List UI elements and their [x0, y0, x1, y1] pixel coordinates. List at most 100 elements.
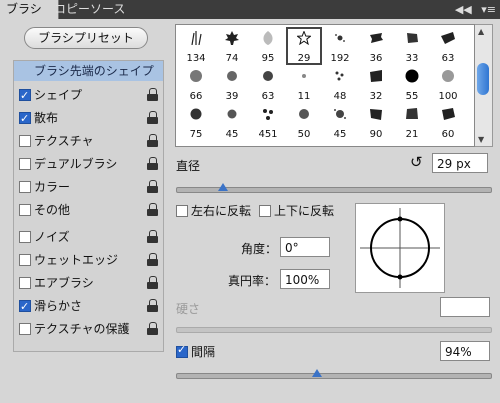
hardness-input[interactable]: [440, 297, 490, 317]
shape-dynamics-checkbox[interactable]: [19, 86, 31, 106]
brush-tip[interactable]: 45: [322, 103, 358, 141]
scatter-brush-icon: [263, 109, 273, 120]
brush-tip[interactable]: 36: [358, 27, 394, 65]
protect-texture-checkbox[interactable]: [19, 323, 31, 335]
spray-brush-icon: [335, 71, 344, 81]
scrollbar-thumb[interactable]: [477, 63, 489, 95]
lock-icon[interactable]: [147, 253, 159, 266]
wet-edges-checkbox[interactable]: [19, 254, 31, 266]
brush-tip[interactable]: 48: [322, 65, 358, 103]
lock-icon[interactable]: [147, 230, 159, 243]
flip-y-checkbox[interactable]: [259, 205, 271, 217]
flip-y-label: 上下に反転: [274, 204, 335, 218]
flip-x-checkbox[interactable]: [176, 205, 188, 217]
rough-brush-icon: [442, 108, 455, 120]
reset-size-icon[interactable]: ↺: [410, 155, 424, 170]
brush-size: 95: [261, 53, 275, 64]
option-shape-dynamics[interactable]: シェイプ: [14, 85, 163, 106]
angle-input[interactable]: 0°: [280, 237, 330, 257]
brush-tip[interactable]: 63: [250, 65, 286, 103]
brush-tip[interactable]: 192: [322, 27, 358, 65]
option-dual-brush[interactable]: デュアルブラシ: [14, 154, 163, 174]
brush-tip[interactable]: 66: [178, 65, 214, 103]
brush-tip[interactable]: 50: [286, 103, 322, 141]
option-other-dynamics[interactable]: その他: [14, 200, 163, 220]
rough-brush-icon: [370, 70, 382, 82]
brush-size: 32: [369, 91, 383, 102]
lock-icon[interactable]: [147, 88, 159, 101]
brush-tip[interactable]: 75: [178, 103, 214, 141]
brush-presets-button[interactable]: ブラシプリセット: [24, 27, 148, 49]
brush-tip[interactable]: 33: [394, 27, 430, 65]
brush-tip[interactable]: 63: [430, 27, 466, 65]
diameter-input[interactable]: 29 px: [432, 153, 488, 173]
brush-tip[interactable]: 95: [250, 27, 286, 65]
roundness-label: 真円率：: [228, 274, 277, 288]
option-brush-tip-shape[interactable]: ブラシ先端のシェイプ: [14, 61, 163, 81]
option-airbrush[interactable]: エアブラシ: [14, 273, 163, 293]
color-dynamics-checkbox[interactable]: [19, 181, 31, 193]
brush-tip[interactable]: 32: [358, 65, 394, 103]
option-label: ウェットエッジ: [34, 253, 119, 267]
option-protect-texture[interactable]: テクスチャの保護: [14, 319, 163, 339]
option-noise[interactable]: ノイズ: [14, 227, 163, 247]
spacing-checkbox[interactable]: [176, 343, 188, 358]
panel-menu-icon[interactable]: ▾≡: [481, 3, 496, 16]
diameter-slider-knob[interactable]: [218, 183, 229, 191]
rough-brush-icon: [370, 109, 382, 120]
brush-tip[interactable]: 21: [394, 103, 430, 141]
spacing-slider-track[interactable]: [176, 373, 492, 379]
lock-icon[interactable]: [147, 322, 159, 335]
option-wet-edges[interactable]: ウェットエッジ: [14, 250, 163, 270]
texture-checkbox[interactable]: [19, 135, 31, 147]
brush-tip[interactable]: 90: [358, 103, 394, 141]
lock-icon[interactable]: [147, 157, 159, 170]
lock-icon[interactable]: [147, 276, 159, 289]
option-label: テクスチャの保護: [34, 322, 130, 336]
collapse-icon[interactable]: ◀◀: [455, 3, 472, 16]
lock-icon[interactable]: [147, 180, 159, 193]
dual-brush-checkbox[interactable]: [19, 158, 31, 170]
lock-icon[interactable]: [147, 134, 159, 147]
brush-size: 75: [189, 129, 203, 140]
roundness-input[interactable]: 100%: [280, 269, 330, 289]
splatter-brush-icon: [334, 109, 346, 119]
option-color-dynamics[interactable]: カラー: [14, 177, 163, 197]
star-brush-icon: [297, 31, 311, 45]
spacing-input[interactable]: 94%: [440, 341, 490, 361]
hardness-slider-track[interactable]: [176, 327, 492, 333]
spacing-slider-knob[interactable]: [312, 369, 323, 377]
brush-tip[interactable]: 100: [430, 65, 466, 103]
angle-roundness-diagram: [360, 208, 440, 288]
brush-tip[interactable]: 39: [214, 65, 250, 103]
brush-size: 55: [405, 91, 419, 102]
brush-angle-preview[interactable]: [355, 203, 445, 293]
brush-tip[interactable]: 60: [430, 103, 466, 141]
brush-grid-scrollbar[interactable]: ▲ ▼: [475, 24, 493, 147]
brush-size: 21: [405, 129, 419, 140]
brush-tip[interactable]: 55: [394, 65, 430, 103]
airbrush-checkbox[interactable]: [19, 277, 31, 289]
brush-tip[interactable]: 11: [286, 65, 322, 103]
option-scattering[interactable]: 散布: [14, 108, 163, 129]
brush-tip[interactable]: 74: [214, 27, 250, 65]
brush-tip-selected[interactable]: 29: [286, 27, 322, 65]
option-smoothing[interactable]: 滑らかさ: [14, 296, 163, 317]
brush-size: 63: [261, 91, 275, 102]
brush-tip[interactable]: 451: [250, 103, 286, 141]
soft-round-brush-icon: [442, 70, 454, 82]
lock-icon[interactable]: [147, 299, 159, 312]
lock-icon[interactable]: [147, 203, 159, 216]
lock-icon[interactable]: [147, 111, 159, 124]
smoothing-checkbox[interactable]: [19, 297, 31, 317]
scroll-down-icon[interactable]: ▼: [478, 135, 484, 144]
brush-tip[interactable]: 45: [214, 103, 250, 141]
other-dynamics-checkbox[interactable]: [19, 204, 31, 216]
brush-size: 90: [369, 129, 383, 140]
option-texture[interactable]: テクスチャ: [14, 131, 163, 151]
brush-tip[interactable]: 134: [178, 27, 214, 65]
tab-clone-source[interactable]: コピーソース: [48, 0, 131, 19]
scattering-checkbox[interactable]: [19, 109, 31, 129]
scroll-up-icon[interactable]: ▲: [478, 27, 484, 36]
noise-checkbox[interactable]: [19, 231, 31, 243]
